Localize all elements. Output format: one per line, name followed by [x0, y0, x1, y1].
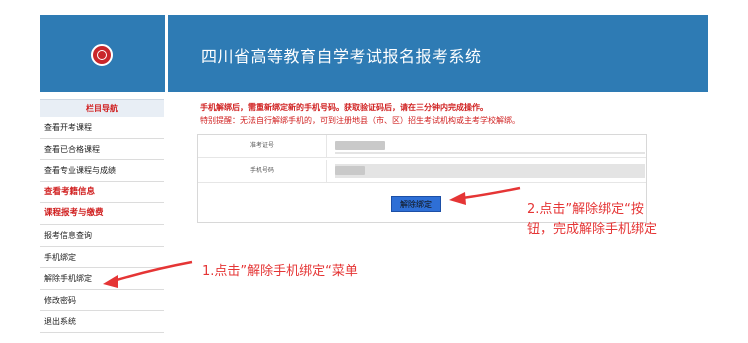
- arrow-to-unbind-button: [449, 186, 521, 205]
- annotation-arrows: [103, 186, 521, 288]
- arrow-to-unbind-menu: [103, 260, 193, 288]
